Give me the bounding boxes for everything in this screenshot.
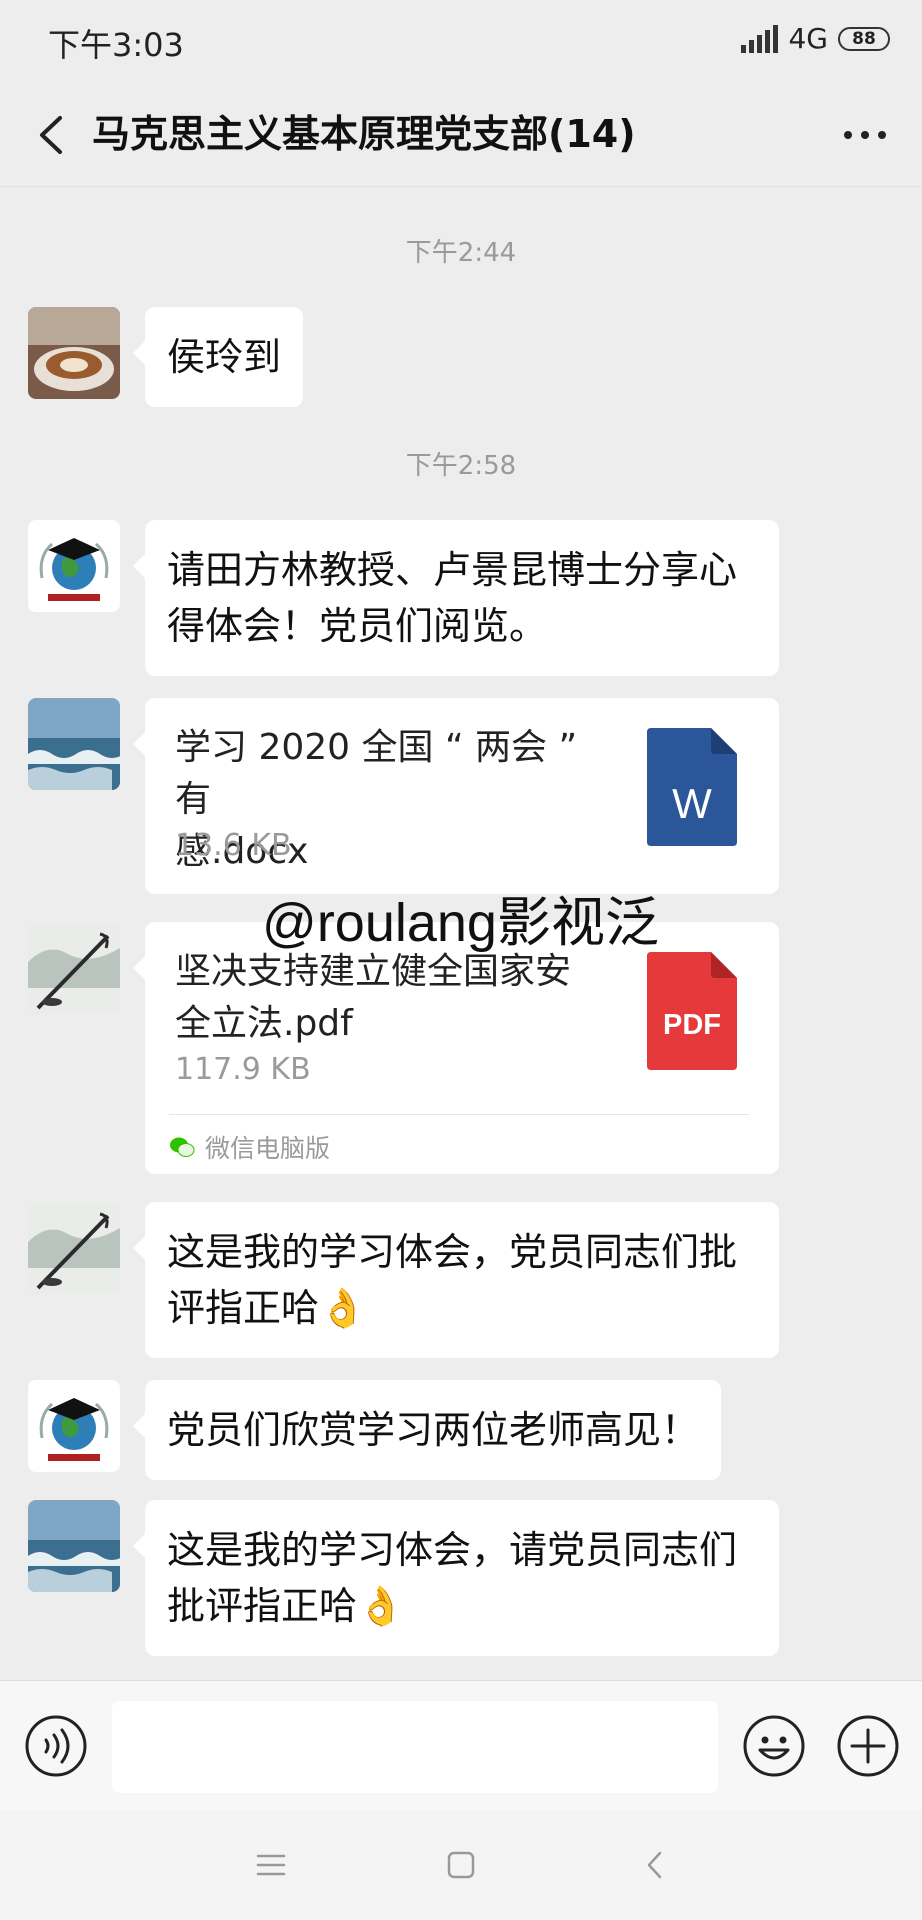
message-bubble[interactable]: 这是我的学习体会，党员同志们批 评指正哈👌 xyxy=(133,1202,779,1358)
source-label: 微信电脑版 xyxy=(205,1134,331,1163)
menu-icon[interactable] xyxy=(254,1848,288,1882)
message-text: 侯玲到 xyxy=(167,335,282,379)
chat-header: 马克思主义基本原理党支部(14) xyxy=(0,84,922,187)
pdf-icon-label: PDF xyxy=(663,1009,721,1041)
file-name: 坚决支持建立健全国家安 全立法.pdf xyxy=(175,946,605,1050)
message-text: 党员们欣赏学习两位老师高见！ xyxy=(167,1408,700,1452)
avatar-university[interactable] xyxy=(28,1380,120,1472)
avatar-ink-painting[interactable] xyxy=(28,1202,120,1294)
message-text: 这是我的学习体会，请党员同志们 批评指正哈👌 xyxy=(145,1500,779,1656)
timestamp: 下午2:44 xyxy=(405,238,517,268)
wechat-icon xyxy=(170,1137,195,1157)
message-bubble[interactable]: 侯玲到 xyxy=(132,307,304,407)
file-card-docx[interactable]: 学习 2020 全国 “ 两会 ” 有 感.docx 13.6 KB W xyxy=(133,698,779,894)
word-icon-label: W xyxy=(672,780,712,827)
message-line: 这是我的学习体会，党员同志们批 xyxy=(167,1230,738,1274)
input-bar xyxy=(0,1680,922,1811)
avatar-ocean[interactable] xyxy=(28,1500,120,1592)
avatar-university[interactable] xyxy=(28,520,120,612)
avatar-ocean[interactable] xyxy=(28,698,120,790)
coffee-avatar-image xyxy=(28,307,120,399)
status-time: 下午3:03 xyxy=(48,26,184,64)
system-nav-bar xyxy=(0,1810,922,1920)
chat-title: 马克思主义基本原理党支部(14) xyxy=(92,112,636,156)
message-line: 请田方林教授、卢景昆博士分享心 xyxy=(167,548,738,592)
home-square-icon[interactable] xyxy=(444,1848,478,1882)
message-bubble[interactable]: 这是我的学习体会，请党员同志们 批评指正哈👌 xyxy=(133,1500,779,1656)
back-nav-icon[interactable] xyxy=(638,1848,672,1882)
message-bubble[interactable]: 请田方林教授、卢景昆博士分享心 得体会！党员们阅览。 xyxy=(133,520,779,676)
word-doc-icon: W xyxy=(647,728,737,846)
message-input[interactable] xyxy=(112,1701,718,1793)
file-card-pdf[interactable]: 坚决支持建立健全国家安 全立法.pdf 117.9 KB PDF 微信电脑版 xyxy=(133,922,779,1174)
timestamp: 下午2:58 xyxy=(405,451,517,481)
network-type: 4G xyxy=(788,22,828,55)
message-text: 这是我的学习体会，党员同志们批 评指正哈👌 xyxy=(145,1202,779,1358)
university-globe-avatar-image xyxy=(28,1380,120,1472)
file-name-line: 全立法.pdf xyxy=(175,1003,353,1044)
avatar-ink-painting[interactable] xyxy=(28,922,120,1014)
more-options-icon[interactable] xyxy=(840,110,890,160)
message-line: 得体会！党员们阅览。 xyxy=(167,604,548,648)
plus-icon[interactable] xyxy=(836,1714,900,1778)
ocean-waves-avatar-image xyxy=(28,698,120,790)
ink-painting-avatar-image xyxy=(28,1202,120,1294)
emoji-icon[interactable] xyxy=(742,1714,806,1778)
university-globe-avatar-image xyxy=(28,520,120,612)
status-bar: 下午3:03 4G 88 xyxy=(0,0,922,84)
message-text: 请田方林教授、卢景昆博士分享心 得体会！党员们阅览。 xyxy=(145,520,779,676)
file-size: 117.9 KB xyxy=(175,1052,311,1087)
pdf-icon: PDF xyxy=(647,952,737,1070)
source-tag: 微信电脑版 xyxy=(169,1114,749,1165)
watermark-text: @roulang影视泛 xyxy=(262,893,659,953)
voice-input-icon[interactable] xyxy=(24,1714,88,1778)
battery-level: 88 xyxy=(852,28,876,49)
file-size: 13.6 KB xyxy=(175,828,292,863)
battery-icon: 88 xyxy=(838,26,890,51)
message-line: 这是我的学习体会，请党员同志们 xyxy=(167,1528,738,1572)
signal-icon xyxy=(741,24,779,53)
message-line: 评指正哈👌 xyxy=(167,1286,367,1330)
status-indicators: 4G 88 xyxy=(741,22,890,55)
message-line: 批评指正哈👌 xyxy=(167,1584,405,1628)
file-name-line: 学习 2020 全国 “ 两会 ” 有 xyxy=(175,727,578,820)
back-arrow-icon[interactable] xyxy=(28,110,78,160)
avatar-coffee[interactable] xyxy=(28,307,120,399)
ink-painting-avatar-image xyxy=(28,922,120,1014)
message-bubble[interactable]: 党员们欣赏学习两位老师高见！ xyxy=(132,1380,722,1480)
ocean-waves-avatar-image xyxy=(28,1500,120,1592)
